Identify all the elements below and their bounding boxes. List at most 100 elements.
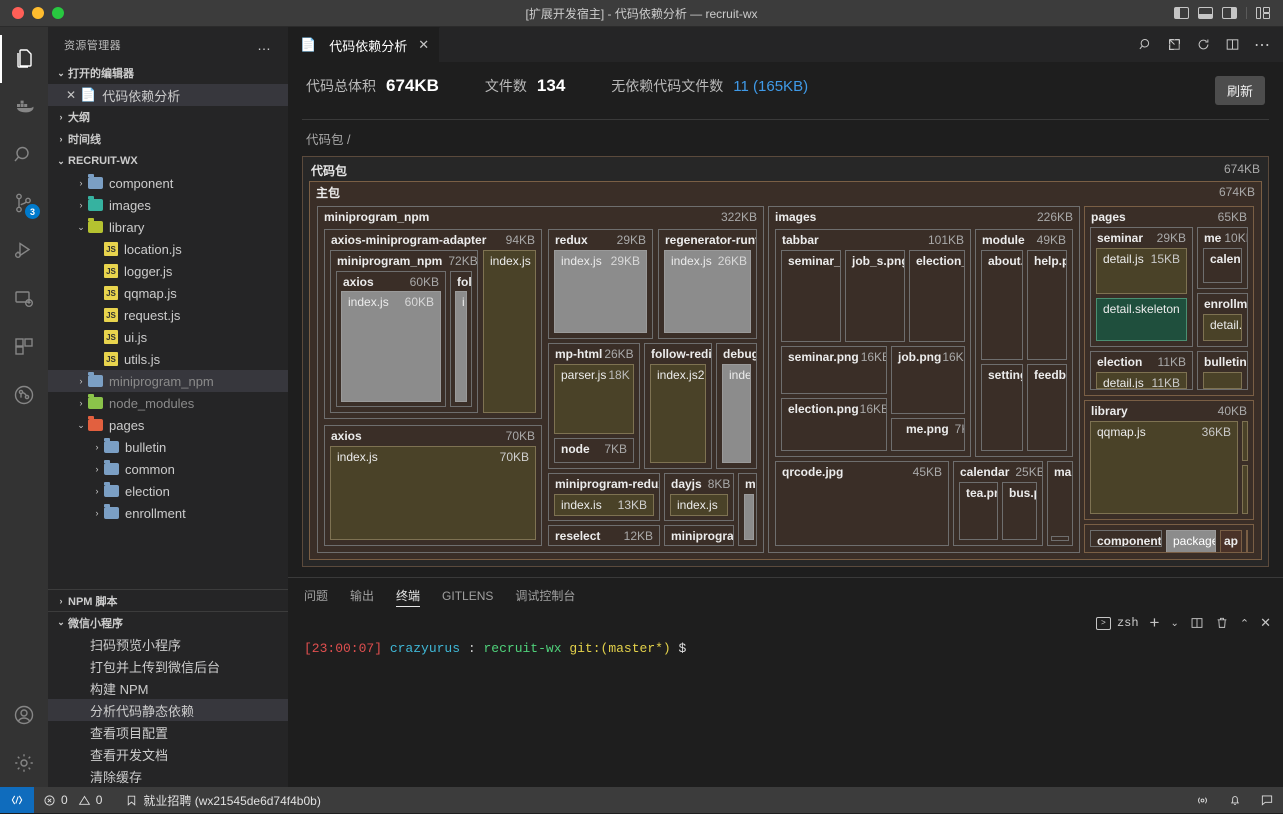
activity-extensions[interactable]: [0, 323, 48, 371]
treemap-node-election-png[interactable]: election.png 16KB: [781, 398, 887, 451]
treemap-node-axios-70kb[interactable]: axios 70KB index.js 70KB: [324, 425, 542, 546]
open-external-icon[interactable]: [1167, 37, 1182, 52]
treemap-node-bulletin[interactable]: bulletin 6K: [1197, 351, 1248, 390]
panel-tab-1[interactable]: 输出: [350, 578, 374, 613]
treemap-node-miniprogram-npm-inner[interactable]: miniprogram_npm 72KB axios 60KB index.js…: [330, 250, 478, 413]
treemap-node-bus-png[interactable]: bus.p: [1002, 482, 1037, 540]
stat-value-link[interactable]: 11 (165KB): [733, 78, 808, 95]
tree-item-utils-js[interactable]: JS utils.js: [48, 348, 288, 370]
treemap-node-miniprogram-npm[interactable]: miniprogram_npm 322KB axios-miniprogram-…: [317, 206, 764, 553]
treemap-node-help-png[interactable]: help.p: [1027, 250, 1067, 360]
activity-search[interactable]: [0, 131, 48, 179]
status-remote-indicator[interactable]: [0, 787, 34, 813]
tree-item-location-js[interactable]: JS location.js: [48, 238, 288, 260]
section-weapp[interactable]: ⌄ 微信小程序: [48, 611, 288, 633]
treemap-node-map[interactable]: map ico: [1047, 461, 1073, 546]
section-outline[interactable]: › 大纲: [48, 106, 288, 128]
close-window-button[interactable]: [12, 7, 24, 19]
tree-item-node_modules[interactable]: › node_modules: [48, 392, 288, 414]
treemap-node-miniprogram-redux[interactable]: miniprogram-redux 13KB index.is 13KB: [548, 473, 660, 521]
treemap-node-tabbar[interactable]: tabbar 101KB seminar_s job_s.png electio…: [775, 229, 971, 457]
treemap-leaf-detail-skeleton[interactable]: detail.skeleton: [1096, 298, 1187, 341]
treemap-leaf-package-json[interactable]: package: [1166, 530, 1216, 552]
treemap-leaf-axios-index-js[interactable]: index.js 70KB: [330, 446, 536, 540]
treemap-node-me[interactable]: me 10KB calenda: [1197, 227, 1248, 289]
treemap-leaf-bulletin-detail-js[interactable]: [1203, 372, 1242, 389]
weapp-command-4[interactable]: 查看项目配置: [48, 721, 288, 743]
refresh-button[interactable]: 刷新: [1214, 76, 1265, 105]
status-broadcast[interactable]: [1186, 787, 1219, 813]
activity-account[interactable]: [0, 691, 48, 739]
treemap-leaf-index-js-olive[interactable]: index.js: [483, 250, 536, 413]
treemap-node-about-png[interactable]: about.: [981, 250, 1023, 360]
minimize-window-button[interactable]: [32, 7, 44, 19]
treemap-leaf-seminar-detail-js[interactable]: detail.js 15KB: [1096, 248, 1187, 294]
trash-icon[interactable]: [1215, 616, 1229, 630]
treemap-node-reselect[interactable]: reselect 12KB index.js 12KB: [548, 525, 660, 546]
activity-docker[interactable]: [0, 83, 48, 131]
more-icon[interactable]: ⋯: [1254, 35, 1271, 55]
treemap-leaf-request-js[interactable]: r: [1242, 421, 1248, 461]
panel-tab-2[interactable]: 终端: [396, 578, 421, 613]
treemap-node-me-png[interactable]: me.png 7KB: [891, 418, 965, 451]
treemap-leaf-redux-index-js[interactable]: index.js 29KB: [554, 250, 647, 333]
breadcrumb[interactable]: 代码包 /: [302, 120, 1269, 156]
terminal-output[interactable]: [23:00:07] crazyurus : recruit-wx git:(m…: [288, 633, 1283, 664]
treemap-leaf-index-js-60kb[interactable]: index.js 60KB: [341, 291, 441, 402]
panel-tab-4[interactable]: 调试控制台: [515, 578, 575, 613]
status-right-group[interactable]: [1186, 787, 1283, 813]
close-icon[interactable]: ✕: [62, 88, 80, 102]
treemap-node-component[interactable]: component 1 list 3KB: [1090, 530, 1162, 547]
new-terminal-icon[interactable]: +: [1150, 613, 1160, 633]
activity-gitlens[interactable]: [0, 371, 48, 419]
treemap-node-setting-png[interactable]: setting: [981, 364, 1023, 451]
section-open-editors[interactable]: ⌄ 打开的编辑器: [48, 62, 288, 84]
treemap-leaf-regenerator-index-js[interactable]: index.js 26KB: [664, 250, 751, 333]
weapp-command-6[interactable]: 清除缓存: [48, 765, 288, 787]
treemap-node-seminar-s-png[interactable]: seminar_s: [781, 250, 841, 342]
sidebar-more-icon[interactable]: …: [257, 37, 272, 53]
treemap-leaf-parser-js[interactable]: parser.js 18K: [554, 364, 634, 434]
tree-item-common[interactable]: › common: [48, 458, 288, 480]
weapp-command-0[interactable]: 扫码预览小程序: [48, 633, 288, 655]
treemap-leaf-election-detail-js[interactable]: detail.js 11KB: [1096, 372, 1187, 389]
panel-actions[interactable]: > zsh + ⌄ ⌃ ✕: [1095, 613, 1283, 633]
chevron-up-icon[interactable]: ⌃: [1240, 617, 1249, 630]
file-tree[interactable]: › component › images ⌄ library JS location.js JS…: [48, 172, 288, 589]
split-terminal-icon[interactable]: [1190, 616, 1204, 630]
treemap-leaf-logger-js[interactable]: l: [1242, 465, 1248, 514]
tree-item-component[interactable]: › component: [48, 172, 288, 194]
treemap-leaf-mp-redux-index[interactable]: index.is 13KB: [554, 494, 654, 516]
maximize-window-button[interactable]: [52, 7, 64, 19]
tree-item-logger-js[interactable]: JS logger.js: [48, 260, 288, 282]
activity-remote[interactable]: [0, 275, 48, 323]
customize-layout-icon[interactable]: [1256, 7, 1271, 19]
treemap-node-election-s-png[interactable]: election_s: [909, 250, 965, 342]
treemap-leaf-ms-index[interactable]: [744, 494, 754, 540]
treemap-leaf-enrollment-detail-js[interactable]: detail.js: [1203, 314, 1242, 341]
tree-item-library[interactable]: ⌄ library: [48, 216, 288, 238]
activity-run-debug[interactable]: [0, 227, 48, 275]
tree-item-ui-js[interactable]: JS ui.js: [48, 326, 288, 348]
layout-controls[interactable]: [1174, 7, 1283, 19]
treemap-leaf-dayjs-index[interactable]: index.js: [670, 494, 728, 516]
tree-item-qqmap-js[interactable]: JS qqmap.js: [48, 282, 288, 304]
weapp-command-3[interactable]: 分析代码静态依赖: [48, 699, 288, 721]
treemap[interactable]: 代码包 674KB 主包 674KB miniprogram_npm 322KB: [302, 156, 1269, 567]
refresh-icon[interactable]: [1196, 37, 1211, 52]
close-tab-icon[interactable]: ✕: [418, 37, 429, 53]
treemap-node-regenerator-runtime[interactable]: regenerator-runt index.js 26KB: [658, 229, 757, 339]
treemap-node-axios-mp-adapter[interactable]: axios-miniprogram-adapter 94KB miniprogr…: [324, 229, 542, 419]
toggle-secondary-sidebar-icon[interactable]: [1222, 7, 1237, 19]
section-timeline[interactable]: › 时间线: [48, 128, 288, 150]
treemap-node-miniprogram[interactable]: miniprogram: [664, 525, 734, 546]
tree-item-election[interactable]: › election: [48, 480, 288, 502]
status-project[interactable]: 就业招聘 (wx21545de6d74f4b0b): [111, 787, 329, 813]
panel-tab-bar[interactable]: 问题 输出 终端 GITLENS 调试控制台: [288, 578, 1283, 613]
treemap-node-pages[interactable]: pages 65KB seminar 29KB detail.js 15KB d…: [1084, 206, 1254, 396]
treemap-node-calendar[interactable]: calendar 25KB tea.pn bus.p: [953, 461, 1043, 546]
panel-tab-0[interactable]: 问题: [304, 578, 328, 613]
section-project[interactable]: ⌄ RECRUIT-WX: [48, 150, 288, 172]
weapp-command-2[interactable]: 构建 NPM: [48, 677, 288, 699]
activity-source-control[interactable]: 3: [0, 179, 48, 227]
